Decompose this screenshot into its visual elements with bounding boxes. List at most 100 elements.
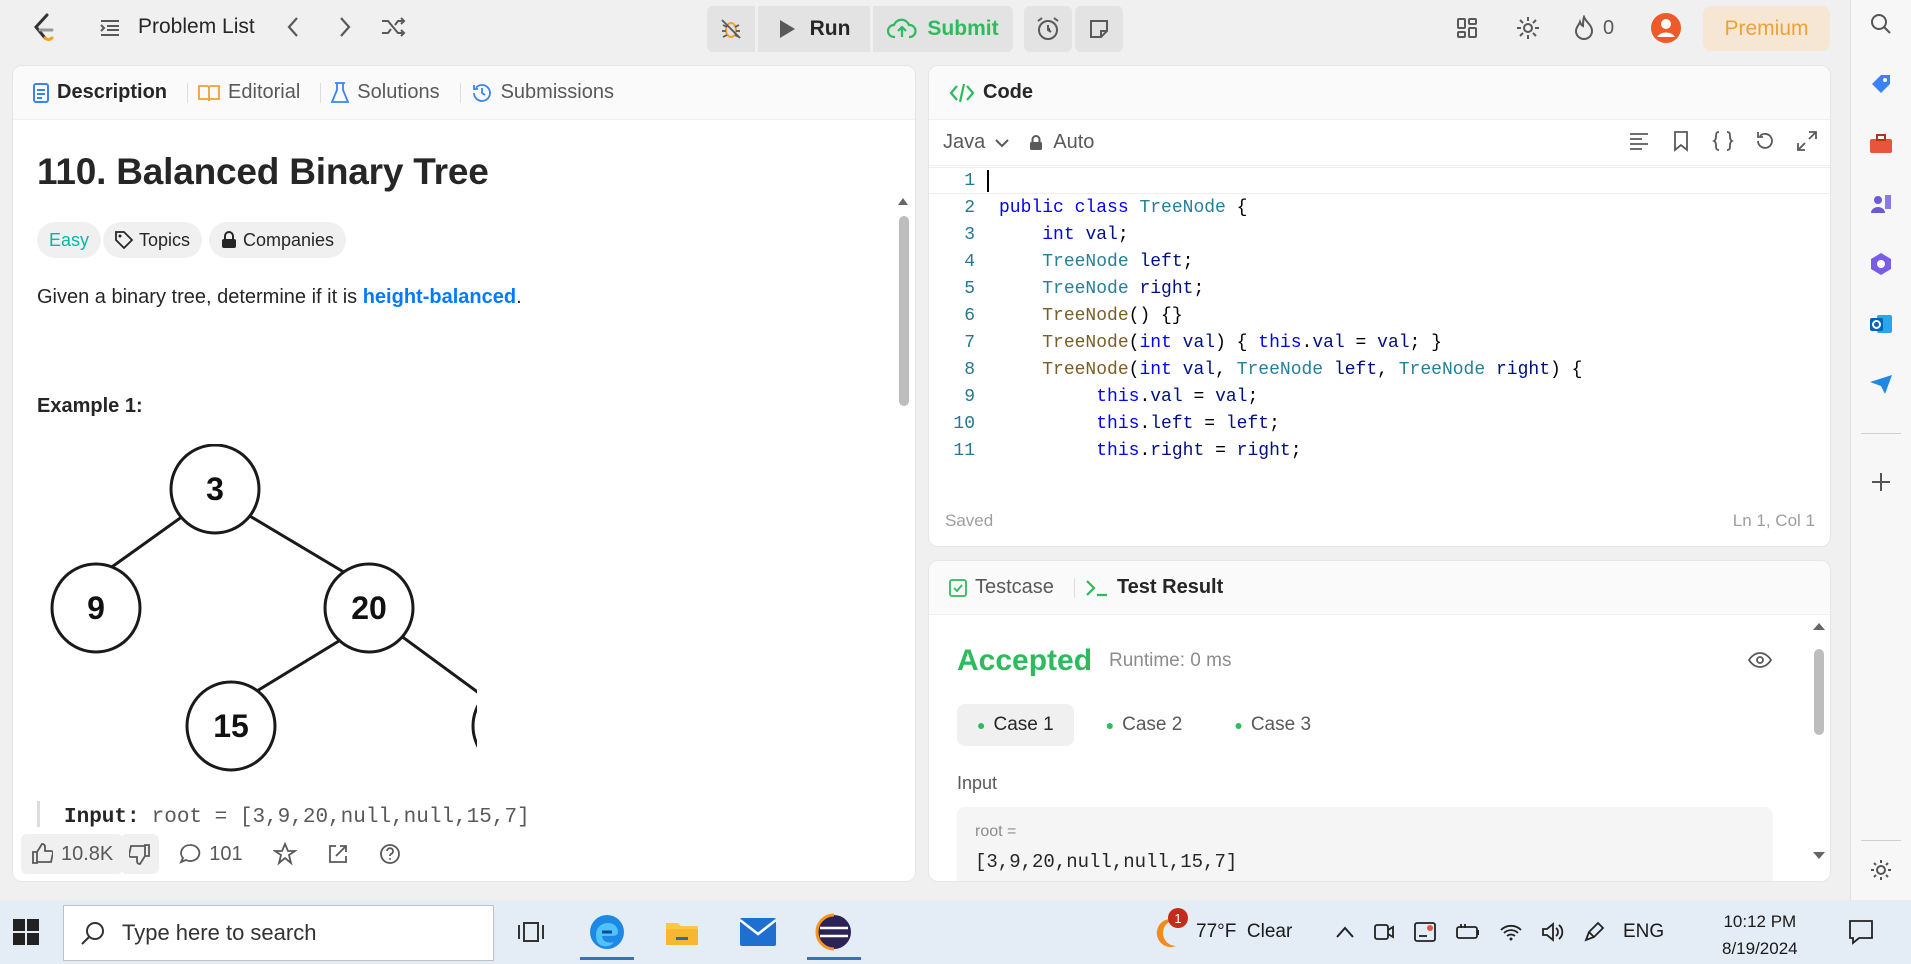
height-balanced-link[interactable]: height-balanced (363, 286, 516, 308)
tab-submissions[interactable]: Submissions (471, 81, 624, 104)
checkbox-icon (949, 578, 967, 597)
case-tab[interactable]: ● Case 2 (1086, 704, 1203, 746)
share-button[interactable] (317, 834, 359, 874)
code-line[interactable]: 8 TreeNode(int val, TreeNode left, TreeN… (929, 356, 1830, 383)
code-editor[interactable]: 1 2 public class TreeNode { 3 int val; 4 … (929, 167, 1830, 467)
avatar[interactable] (1650, 10, 1682, 46)
layout-icon[interactable] (1455, 10, 1479, 46)
shopping-tag-icon[interactable] (1867, 70, 1895, 98)
tab-description[interactable]: Description (33, 81, 177, 104)
tree-node-label: 3 (206, 471, 224, 507)
tab-code[interactable]: Code (949, 81, 1043, 104)
code-line[interactable]: 1 (929, 167, 1830, 194)
notes-button[interactable] (1075, 6, 1123, 52)
notifications-icon[interactable] (1847, 918, 1875, 951)
description-scrollbar[interactable] (897, 196, 909, 864)
saved-status: Saved (945, 511, 994, 530)
tab-test-result[interactable]: Test Result (1085, 576, 1233, 599)
prev-problem-button[interactable] (278, 12, 308, 42)
send-icon[interactable] (1867, 370, 1895, 398)
shuffle-icon[interactable] (378, 12, 408, 42)
code-line[interactable]: 9 this.val = val; (929, 383, 1830, 410)
test-result-panel: Testcase Test Result Accepted Runtime: 0… (928, 560, 1831, 882)
expand-icon[interactable] (1796, 130, 1818, 152)
streak-counter[interactable]: 0 (1573, 10, 1614, 46)
wifi-icon[interactable] (1499, 922, 1523, 942)
comment-icon (179, 844, 201, 864)
result-scrollbar[interactable] (1812, 621, 1826, 861)
outlook-icon[interactable] (1867, 310, 1895, 338)
code-line[interactable]: 6 TreeNode() {} (929, 302, 1830, 329)
language-indicator[interactable]: ENG (1623, 921, 1664, 943)
dislike-button[interactable] (121, 834, 160, 874)
clock[interactable]: 10:12 PM 8/19/2024 (1722, 908, 1798, 962)
braces-icon[interactable] (1712, 130, 1734, 152)
run-button[interactable]: Run (758, 6, 870, 52)
comments-button[interactable]: 101 (169, 834, 252, 874)
pen-icon[interactable] (1583, 921, 1605, 943)
settings-gear-icon[interactable] (1515, 10, 1541, 46)
bookmark-icon[interactable] (1670, 130, 1692, 152)
leetcode-logo-icon[interactable] (28, 12, 60, 44)
settings-gear-icon[interactable] (1867, 856, 1895, 884)
windows-start-icon[interactable] (12, 918, 40, 951)
case-tab[interactable]: ● Case 3 (1214, 704, 1331, 746)
scrollbar-thumb[interactable] (899, 216, 909, 406)
code-line[interactable]: 5 TreeNode right; (929, 275, 1830, 302)
submit-button[interactable]: Submit (873, 6, 1013, 52)
tab-testcase[interactable]: Testcase (949, 576, 1064, 599)
tab-solutions[interactable]: Solutions (331, 81, 449, 104)
like-button[interactable]: 10.8K (21, 834, 124, 874)
favorite-button[interactable] (263, 834, 307, 874)
code-line[interactable]: 7 TreeNode(int val) { this.val = val; } (929, 329, 1830, 356)
toolbox-icon[interactable] (1867, 130, 1895, 158)
language-selector[interactable]: Java (943, 131, 1009, 154)
premium-button[interactable]: Premium (1703, 6, 1830, 51)
games-icon[interactable] (1867, 190, 1895, 218)
scrollbar-thumb[interactable] (1814, 649, 1824, 735)
clock-date: 8/19/2024 (1722, 939, 1798, 958)
windows-taskbar: Type here to search 1 77°F Clear ENG 10:… (0, 900, 1911, 964)
code-line[interactable]: 4 TreeNode left; (929, 248, 1830, 275)
code-line[interactable]: 3 int val; (929, 221, 1830, 248)
problem-list-link[interactable]: Problem List (138, 15, 255, 39)
file-explorer-icon[interactable] (647, 904, 717, 960)
edge-browser-icon[interactable] (572, 904, 642, 960)
taskbar-search-input[interactable]: Type here to search (63, 905, 494, 961)
tab-editorial[interactable]: Editorial (198, 81, 310, 104)
chevron-up-icon[interactable] (1335, 925, 1355, 939)
description-tabs: Description Editorial Solutions Submissi… (13, 66, 915, 120)
battery-icon[interactable] (1455, 922, 1481, 942)
problem-title: 110. Balanced Binary Tree (37, 151, 489, 192)
thumbs-up-icon (32, 843, 53, 864)
volume-icon[interactable] (1541, 921, 1565, 943)
case-tab[interactable]: ● Case 1 (957, 704, 1074, 746)
system-tray: ENG (1335, 900, 1664, 964)
search-icon[interactable] (1867, 10, 1895, 38)
tree-node-label: 20 (351, 590, 387, 626)
eclipse-ide-icon[interactable] (799, 904, 869, 960)
eye-icon[interactable] (1748, 651, 1772, 669)
problem-list-icon[interactable] (98, 16, 122, 40)
reset-icon[interactable] (1754, 130, 1776, 152)
meet-now-icon[interactable] (1373, 921, 1395, 943)
code-line[interactable]: 2 public class TreeNode { (929, 194, 1830, 221)
debug-button[interactable] (707, 6, 755, 52)
chevron-down-icon (995, 138, 1009, 147)
topics-chip[interactable]: Topics (103, 222, 203, 258)
input-label: Input: (64, 805, 140, 829)
add-icon[interactable] (1867, 468, 1895, 496)
code-line[interactable]: 10 this.left = left; (929, 410, 1830, 437)
auto-mode-toggle[interactable]: Auto (1029, 131, 1094, 154)
companies-chip[interactable]: Companies (209, 222, 347, 258)
format-align-icon[interactable] (1628, 130, 1650, 152)
app-tray-icon[interactable] (1413, 920, 1437, 944)
mail-icon[interactable] (723, 904, 793, 960)
weather-widget[interactable]: 1 77°F Clear (1146, 900, 1292, 964)
code-line[interactable]: 11 this.right = right; (929, 437, 1830, 464)
task-view-icon[interactable] (496, 904, 566, 960)
copilot-icon[interactable] (1867, 250, 1895, 278)
help-button[interactable] (369, 834, 411, 874)
timer-button[interactable] (1024, 6, 1072, 52)
next-problem-button[interactable] (330, 12, 360, 42)
